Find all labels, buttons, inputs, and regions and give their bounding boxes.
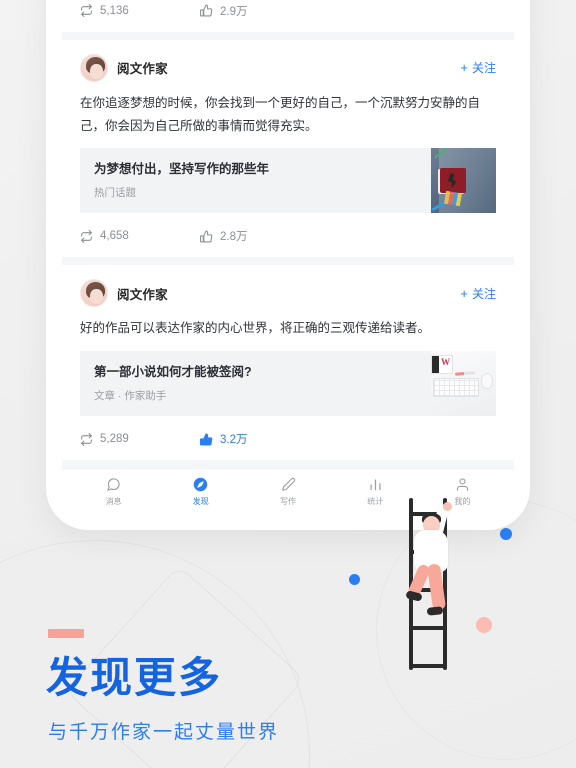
repost-icon xyxy=(80,4,93,18)
person-icon xyxy=(455,476,470,492)
follow-button[interactable]: + 关注 xyxy=(460,59,496,76)
follow-label: 关注 xyxy=(471,61,496,76)
stats-row: 5,136 2.9万 xyxy=(80,0,496,32)
quoted-article-body: 为梦想付出，坚持写作的那些年 热门话题 xyxy=(80,148,431,214)
repost-stat[interactable]: 5,136 xyxy=(80,4,200,18)
phone-mockup: 5,136 2.9万 阅文作家 + 关注 在你追逐梦想的时候，你会找到一个更好的… xyxy=(46,0,530,530)
quoted-article-title: 为梦想付出，坚持写作的那些年 xyxy=(94,161,270,176)
quoted-article-thumbnail xyxy=(431,147,496,214)
card-header: 阅文作家 + 关注 xyxy=(80,265,496,317)
promo-screenshot: 5,136 2.9万 阅文作家 + 关注 在你追逐梦想的时候，你会找到一个更好的… xyxy=(0,0,576,768)
like-stat[interactable]: 2.8万 xyxy=(200,228,248,244)
post-text: 在你追逐梦想的时候，你会找到一个更好的自己，一个沉默努力安静的自己，你会因为自己… xyxy=(80,95,481,133)
message-icon xyxy=(106,476,121,492)
thumbs-up-icon xyxy=(200,433,213,446)
tab-label: 统计 xyxy=(367,497,384,506)
bar-chart-icon xyxy=(368,476,383,492)
quoted-article-title: 第一部小说如何才能被签阅? xyxy=(94,364,252,379)
climbing-person xyxy=(401,502,463,628)
like-count: 2.9万 xyxy=(220,5,248,18)
like-stat-active[interactable]: 3.2万 xyxy=(200,431,248,447)
repost-icon xyxy=(80,229,93,243)
author-name: 阅文作家 xyxy=(117,287,168,302)
tab-messages[interactable]: 消息 xyxy=(70,476,157,507)
tab-label: 消息 xyxy=(105,497,122,506)
tab-label: 写作 xyxy=(280,497,296,506)
repost-stat[interactable]: 5,289 xyxy=(80,432,200,446)
thumbs-up-icon xyxy=(200,4,213,17)
avatar[interactable] xyxy=(80,279,108,308)
tab-discover[interactable]: 发现 xyxy=(157,476,244,507)
follow-button[interactable]: + 关注 xyxy=(460,285,496,302)
feed-card-partial[interactable]: 5,136 2.9万 xyxy=(62,0,514,32)
post-text: 好的作品可以表达作家的内心世界，将正确的三观传递给读者。 xyxy=(80,321,431,336)
feed-card[interactable]: 阅文作家 + 关注 在你追逐梦想的时候，你会找到一个更好的自己，一个沉默努力安静… xyxy=(62,39,514,258)
quoted-article-thumbnail xyxy=(431,350,496,416)
blue-dot-right xyxy=(500,528,512,540)
repost-stat[interactable]: 4,658 xyxy=(80,229,200,243)
repost-count: 4,658 xyxy=(100,230,129,243)
quoted-article-card[interactable]: 第一部小说如何才能被签阅? 文章 · 作家助手 xyxy=(80,350,496,417)
repost-count: 5,136 xyxy=(100,4,129,17)
stats-row: 5,289 3.2万 xyxy=(80,420,496,460)
quoted-article-subtitle: 文章 · 作家助手 xyxy=(94,390,167,402)
pen-icon xyxy=(281,476,296,492)
card-header: 阅文作家 + 关注 xyxy=(80,40,496,92)
person-climbing-ladder-illustration xyxy=(395,498,465,670)
quoted-article-subtitle: 热门话题 xyxy=(94,187,136,200)
like-count: 2.8万 xyxy=(220,231,248,244)
feed-card[interactable]: 阅文作家 + 关注 好的作品可以表达作家的内心世界，将正确的三观传递给读者。 第… xyxy=(62,265,514,460)
avatar[interactable] xyxy=(80,53,108,82)
accent-bar xyxy=(48,629,84,638)
author-name: 阅文作家 xyxy=(117,62,168,77)
pink-dot xyxy=(476,617,492,633)
follow-label: 关注 xyxy=(471,286,496,301)
plus-icon: + xyxy=(460,285,468,301)
stats-row: 4,658 2.8万 xyxy=(80,217,496,257)
repost-icon xyxy=(80,432,93,446)
like-stat[interactable]: 2.9万 xyxy=(200,3,248,19)
like-count: 3.2万 xyxy=(220,434,248,446)
tab-label: 发现 xyxy=(192,497,209,506)
headline: 发现更多 xyxy=(46,654,223,701)
thumbs-up-icon xyxy=(200,230,213,243)
quoted-article-card[interactable]: 为梦想付出，坚持写作的那些年 热门话题 xyxy=(80,147,496,214)
plus-icon: + xyxy=(460,60,468,76)
tab-write[interactable]: 写作 xyxy=(244,476,331,507)
subline: 与千万作家一起丈量世界 xyxy=(48,722,280,743)
feed-list[interactable]: 5,136 2.9万 阅文作家 + 关注 在你追逐梦想的时候，你会找到一个更好的… xyxy=(62,0,514,468)
blue-dot-left xyxy=(349,574,360,585)
ladder-rung xyxy=(411,664,445,668)
repost-count: 5,289 xyxy=(100,433,129,445)
compass-icon xyxy=(193,476,208,492)
quoted-article-body: 第一部小说如何才能被签阅? 文章 · 作家助手 xyxy=(80,351,431,417)
phone-screen: 5,136 2.9万 阅文作家 + 关注 在你追逐梦想的时候，你会找到一个更好的… xyxy=(62,0,514,516)
